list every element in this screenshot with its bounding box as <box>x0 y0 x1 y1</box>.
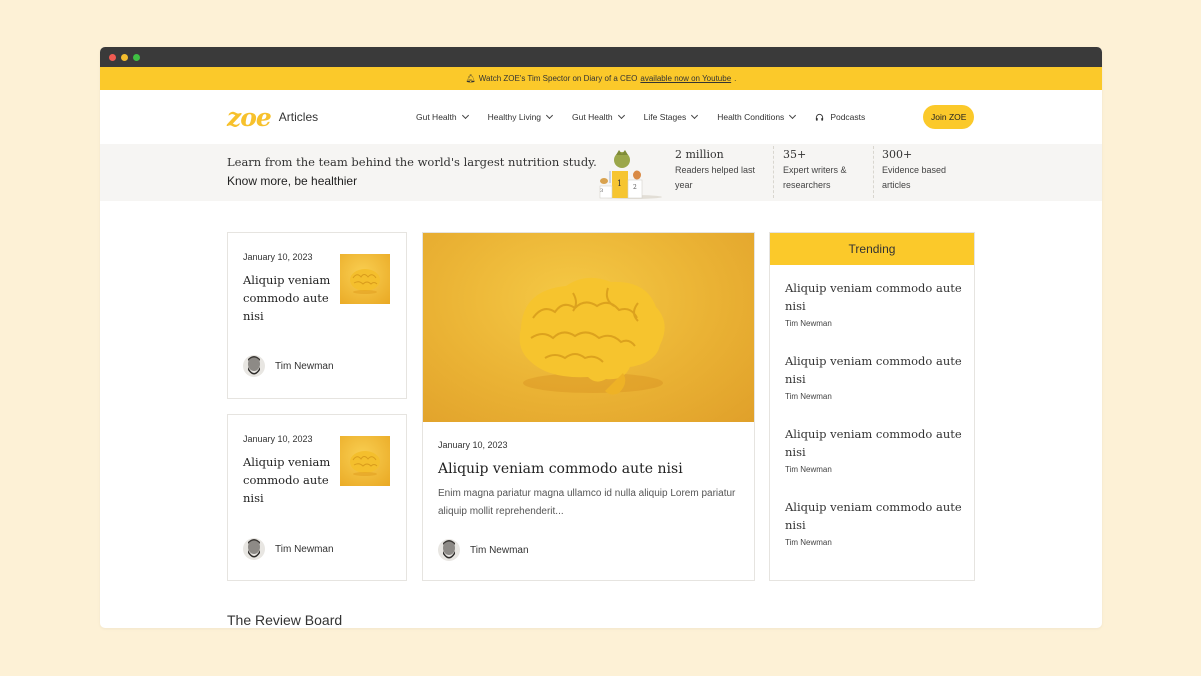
window-titlebar <box>100 47 1102 67</box>
nav-item-gut-health[interactable]: Gut Health <box>416 111 469 122</box>
article-date: January 10, 2023 <box>243 252 313 262</box>
nav-item-healthy-living[interactable]: Healthy Living <box>487 111 554 122</box>
podium-first-label: 1 <box>617 179 623 188</box>
chevron-down-icon <box>617 111 625 120</box>
article-title[interactable]: Aliquip veniam commodo aute nisi <box>243 453 338 507</box>
hero-title: Learn from the team behind the world's l… <box>227 155 597 169</box>
close-window-button[interactable] <box>109 53 116 61</box>
stat-articles: 300+ Evidence based articles <box>882 148 946 193</box>
brain-feature-image[interactable] <box>423 233 754 422</box>
avatar <box>243 538 265 560</box>
podcasts-label: Podcasts <box>830 112 866 122</box>
announcement-end: . <box>734 74 737 83</box>
hero-banner: Learn from the team behind the world's l… <box>100 144 1102 201</box>
author-row[interactable]: Tim Newman <box>243 353 334 379</box>
avatar <box>243 355 265 377</box>
author-row[interactable]: Tim Newman <box>438 537 529 563</box>
brain-thumbnail[interactable] <box>340 436 390 486</box>
trending-item[interactable]: Aliquip veniam commodo aute nisi Tim Newm… <box>785 498 965 547</box>
article-title[interactable]: Aliquip veniam commodo aute nisi <box>243 271 338 325</box>
stat-writers: 35+ Expert writers & researchers <box>783 148 847 193</box>
podium-third-label: 3 <box>600 188 604 194</box>
stat-divider <box>773 146 774 198</box>
trending-item[interactable]: Aliquip veniam commodo aute nisi Tim Newm… <box>785 279 965 328</box>
nav-item-podcasts[interactable]: Podcasts <box>815 112 865 122</box>
trending-author: Tim Newman <box>785 465 832 474</box>
stat-description: Evidence based articles <box>882 165 947 190</box>
hero-subtitle: Know more, be healthier <box>227 174 358 188</box>
trending-author: Tim Newman <box>785 319 832 328</box>
maximize-window-button[interactable] <box>133 53 140 61</box>
trending-heading: Trending <box>770 233 974 265</box>
nav-item-label: Gut Health <box>572 112 613 122</box>
trending-panel: Trending Aliquip veniam commodo aute nisi… <box>769 232 975 581</box>
trending-item[interactable]: Aliquip veniam commodo aute nisi Tim Newm… <box>785 352 965 401</box>
announcement-text: Watch ZOE's Tim Spector on Diary of a CE… <box>478 74 638 83</box>
trending-author: Tim Newman <box>785 538 832 547</box>
stat-value: 2 million <box>675 148 724 161</box>
trending-title[interactable]: Aliquip veniam commodo aute nisi <box>785 425 965 461</box>
chevron-down-icon <box>789 111 797 120</box>
podium-second-label: 2 <box>633 184 637 191</box>
nav-menu: Gut Health Healthy Living Gut Health Lif… <box>416 90 885 144</box>
nav-item-label: Health Conditions <box>717 112 785 122</box>
nav-item-label: Life Stages <box>643 112 687 122</box>
stat-value: 35+ <box>783 148 807 161</box>
trending-title[interactable]: Aliquip veniam commodo aute nisi <box>785 498 965 534</box>
browser-window: 🔔︎ Watch ZOE's Tim Spector on Diary of a… <box>100 47 1102 628</box>
trending-item[interactable]: Aliquip veniam commodo aute nisi Tim Newm… <box>785 425 965 474</box>
article-date: January 10, 2023 <box>438 440 508 450</box>
author-row[interactable]: Tim Newman <box>243 536 334 562</box>
nav-item-label: Healthy Living <box>487 112 542 122</box>
trending-title[interactable]: Aliquip veniam commodo aute nisi <box>785 352 965 388</box>
nav-item-label: Gut Health <box>416 112 457 122</box>
articles-label[interactable]: Articles <box>279 110 318 124</box>
main-navbar: ZOE Articles Gut Health Healthy Living G… <box>100 90 1102 144</box>
chevron-down-icon <box>691 111 699 120</box>
trending-author: Tim Newman <box>785 392 832 401</box>
author-name: Tim Newman <box>275 543 334 555</box>
nav-item-health-conditions[interactable]: Health Conditions <box>717 111 797 122</box>
chevron-down-icon <box>545 111 554 120</box>
nav-item-gut-health-2[interactable]: Gut Health <box>572 111 625 122</box>
minimize-window-button[interactable] <box>121 53 128 61</box>
headphones-icon <box>816 113 824 121</box>
featured-article-card[interactable]: January 10, 2023 Aliquip veniam commodo … <box>422 232 755 581</box>
author-name: Tim Newman <box>275 360 334 372</box>
stat-description: Readers helped last year <box>675 165 756 190</box>
announcement-link[interactable]: available now on Youtube <box>640 74 731 83</box>
announcement-bar: 🔔︎ Watch ZOE's Tim Spector on Diary of a… <box>100 67 1102 90</box>
bell-icon: 🔔︎ <box>465 74 476 83</box>
author-name: Tim Newman <box>470 544 529 556</box>
article-card[interactable]: January 10, 2023 Aliquip veniam commodo a… <box>227 414 407 581</box>
avatar <box>438 539 460 561</box>
brain-thumbnail[interactable] <box>340 254 390 304</box>
trending-title[interactable]: Aliquip veniam commodo aute nisi <box>785 279 965 315</box>
nav-item-life-stages[interactable]: Life Stages <box>643 111 699 122</box>
review-board-heading: The Review Board <box>227 612 343 628</box>
zoe-logo[interactable]: ZOE <box>227 105 272 130</box>
stat-description: Expert writers & researchers <box>783 165 847 190</box>
article-card[interactable]: January 10, 2023 Aliquip veniam commodo a… <box>227 232 407 399</box>
stat-value: 300+ <box>882 148 913 161</box>
join-zoe-button[interactable]: Join ZOE <box>923 105 975 129</box>
article-excerpt: Enim magna pariatur magna ullamco id nul… <box>438 488 736 517</box>
chevron-down-icon <box>461 111 469 120</box>
article-title[interactable]: Aliquip veniam commodo aute nisi <box>438 461 683 477</box>
stat-readers: 2 million Readers helped last year <box>675 148 755 193</box>
stat-divider <box>873 146 874 198</box>
article-date: January 10, 2023 <box>243 434 313 444</box>
